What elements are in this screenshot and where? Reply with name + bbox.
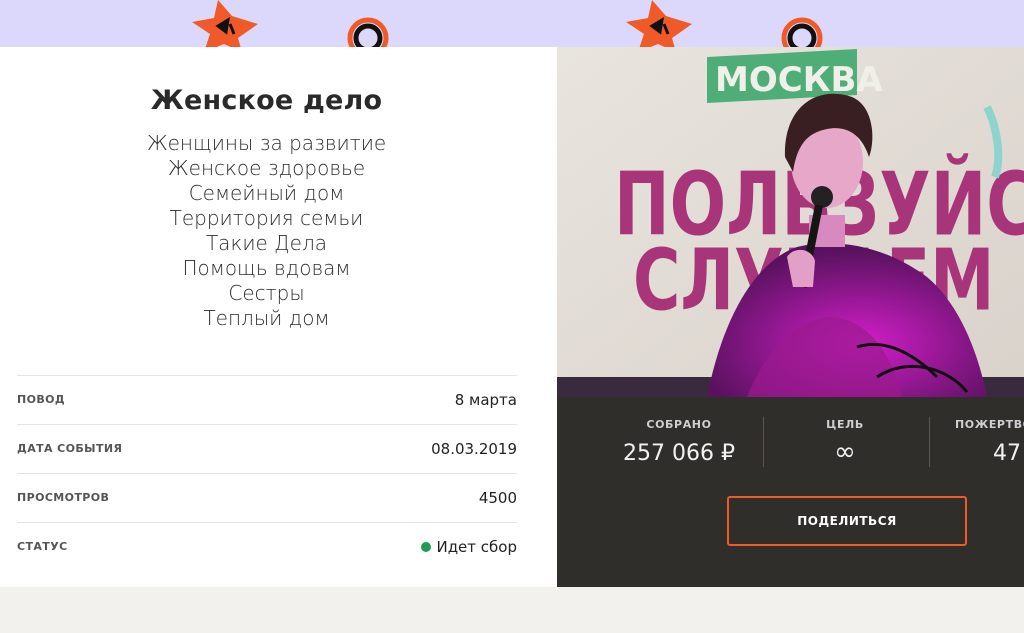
- stat-value: 47: [993, 441, 1021, 466]
- partner-item: Помощь вдовам: [182, 256, 351, 280]
- stat-value: ∞: [834, 437, 856, 467]
- partner-item: Сестры: [228, 281, 305, 305]
- detail-row-date: Дата события 08.03.2019: [17, 424, 517, 473]
- detail-value: 4500: [478, 489, 517, 507]
- orange-ring-icon: [781, 17, 823, 47]
- stat-label: СОБРАНО: [646, 418, 712, 431]
- stat-value: 257 066 ₽: [623, 441, 735, 466]
- partner-list: Женщины за развитие Женское здоровье Сем…: [0, 131, 533, 331]
- status-dot-icon: [421, 542, 432, 552]
- detail-label: Статус: [17, 540, 68, 553]
- event-info-card: Женское дело Женщины за развитие Женское…: [0, 47, 557, 587]
- event-title: Женское дело: [150, 85, 383, 116]
- detail-label: Просмотров: [17, 491, 110, 504]
- partner-item: Территория семьи: [169, 206, 364, 230]
- stat-label: ЦЕЛЬ: [826, 418, 864, 431]
- stat-label: ПОЖЕРТВО: [955, 418, 1024, 431]
- fundraising-panel: МОСКВА ПОЛЬЗУЙСЬ СЛУЧАЕМ СОБРАНО 257 066…: [557, 47, 1024, 587]
- detail-row-reason: Повод 8 марта: [17, 375, 517, 424]
- stat-divider: [763, 417, 764, 467]
- stat-divider: [929, 417, 930, 467]
- status-text: Идет сбор: [436, 538, 517, 556]
- orange-ring-icon: [347, 17, 389, 47]
- status-value: Идет сбор: [421, 538, 517, 556]
- top-decor-band: [0, 0, 1024, 47]
- orange-star-icon: [192, 0, 258, 47]
- orange-star-icon: [626, 0, 692, 47]
- partner-item: Такие Дела: [205, 231, 328, 255]
- partner-item: Женское здоровье: [167, 156, 366, 180]
- detail-row-status: Статус Идет сбор: [17, 522, 517, 571]
- detail-label: Повод: [17, 393, 66, 406]
- share-button[interactable]: ПОДЕЛИТЬСЯ: [727, 496, 967, 546]
- partner-item: Женщины за развитие: [146, 131, 387, 155]
- detail-value: 8 марта: [454, 391, 517, 409]
- stat-goal: ЦЕЛЬ ∞: [775, 47, 915, 467]
- detail-row-views: Просмотров 4500: [17, 473, 517, 522]
- event-details-list: Повод 8 марта Дата события 08.03.2019 Пр…: [17, 375, 517, 571]
- stat-collected: СОБРАНО 257 066 ₽: [609, 47, 749, 466]
- detail-label: Дата события: [17, 442, 123, 455]
- partner-item: Семейный дом: [188, 181, 345, 205]
- stat-donations: ПОЖЕРТВО 47: [955, 47, 1024, 466]
- partner-item: Теплый дом: [203, 306, 330, 330]
- detail-value: 08.03.2019: [431, 440, 517, 458]
